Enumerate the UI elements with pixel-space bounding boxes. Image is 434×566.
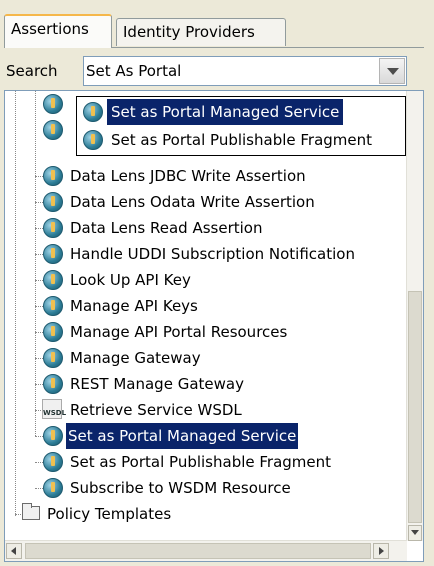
search-combobox[interactable]	[83, 56, 407, 86]
tree-connector	[35, 280, 43, 281]
tree-item-label: Manage API Portal Resources	[70, 323, 288, 341]
vertical-scrollbar-thumb[interactable]	[408, 291, 422, 523]
assertion-icon	[43, 270, 63, 290]
assertion-icon	[83, 102, 103, 122]
tab-assertions[interactable]: Assertions	[4, 14, 112, 48]
assertion-icon	[43, 348, 63, 368]
search-label: Search	[6, 62, 58, 80]
tree-connector	[15, 514, 21, 515]
tree-connector	[35, 384, 43, 385]
tree-item-label: Retrieve Service WSDL	[70, 401, 242, 419]
tree-connector	[35, 332, 43, 333]
tree-connector	[35, 306, 43, 307]
tree-connector	[35, 228, 43, 229]
tree-connector	[35, 488, 43, 489]
assertion-icon	[43, 478, 63, 498]
vertical-scrollbar[interactable]	[406, 91, 423, 541]
search-dropdown-button[interactable]	[379, 58, 405, 84]
suggestion-label: Set as Portal Managed Service	[107, 99, 344, 125]
tree-connector	[35, 358, 43, 359]
assertion-icon	[43, 322, 63, 342]
assertion-icon	[43, 218, 63, 238]
tab-identity-providers-label: Identity Providers	[123, 23, 255, 41]
tree-connector	[35, 202, 43, 203]
assertion-icon	[43, 244, 63, 264]
folder-icon	[22, 503, 40, 520]
tree-connector	[35, 176, 43, 177]
horizontal-scrollbar-thumb[interactable]	[25, 543, 371, 559]
tab-identity-providers[interactable]: Identity Providers	[116, 18, 286, 46]
search-input[interactable]	[86, 60, 366, 82]
tree-connector	[35, 436, 43, 437]
search-row: Search	[4, 56, 424, 88]
scroll-left-button[interactable]	[6, 543, 22, 559]
tree-item-label: Set as Portal Managed Service	[66, 423, 299, 449]
scroll-right-button[interactable]	[373, 543, 389, 559]
tab-bar: Assertions Identity Providers	[4, 14, 424, 48]
assertion-icon	[43, 166, 63, 186]
scroll-down-button[interactable]	[408, 525, 422, 541]
assertion-icon	[43, 120, 63, 140]
tree-folder-label: Policy Templates	[47, 505, 172, 523]
assertion-tree[interactable]: Data Lens JDBC Write Assertion Data Lens…	[4, 90, 424, 562]
tree-item-label: Subscribe to WSDM Resource	[70, 479, 291, 497]
tree-connector	[35, 254, 43, 255]
assertion-icon	[43, 426, 63, 446]
tab-assertions-label: Assertions	[11, 20, 89, 38]
tree-item-label: Handle UDDI Subscription Notification	[70, 245, 355, 263]
wsdl-icon-text: WSDL	[43, 409, 67, 417]
assertion-icon	[43, 374, 63, 394]
assertion-icon	[43, 452, 63, 472]
tree-item-label: REST Manage Gateway	[70, 375, 244, 393]
tree-item-label: Manage API Keys	[70, 297, 198, 315]
assertion-icon	[43, 192, 63, 212]
tree-item-label: Manage Gateway	[70, 349, 201, 367]
tree-item-label: Data Lens Odata Write Assertion	[70, 193, 315, 211]
tree-item-label: Look Up API Key	[70, 271, 191, 289]
tree-connector	[15, 91, 16, 516]
suggestion-label: Set as Portal Publishable Fragment	[111, 131, 373, 149]
assertion-icon	[43, 94, 63, 114]
assertion-icon	[83, 130, 103, 150]
search-suggestions-popup: Set as Portal Managed Service Set as Por…	[76, 96, 406, 156]
wsdl-icon: WSDL	[42, 399, 66, 419]
tree-item-label: Set as Portal Publishable Fragment	[70, 453, 332, 471]
assertion-icon	[43, 296, 63, 316]
tree-item-label: Data Lens Read Assertion	[70, 219, 263, 237]
tree-connector	[35, 462, 43, 463]
tree-item-label: Data Lens JDBC Write Assertion	[70, 167, 306, 185]
horizontal-scrollbar[interactable]	[5, 540, 407, 561]
